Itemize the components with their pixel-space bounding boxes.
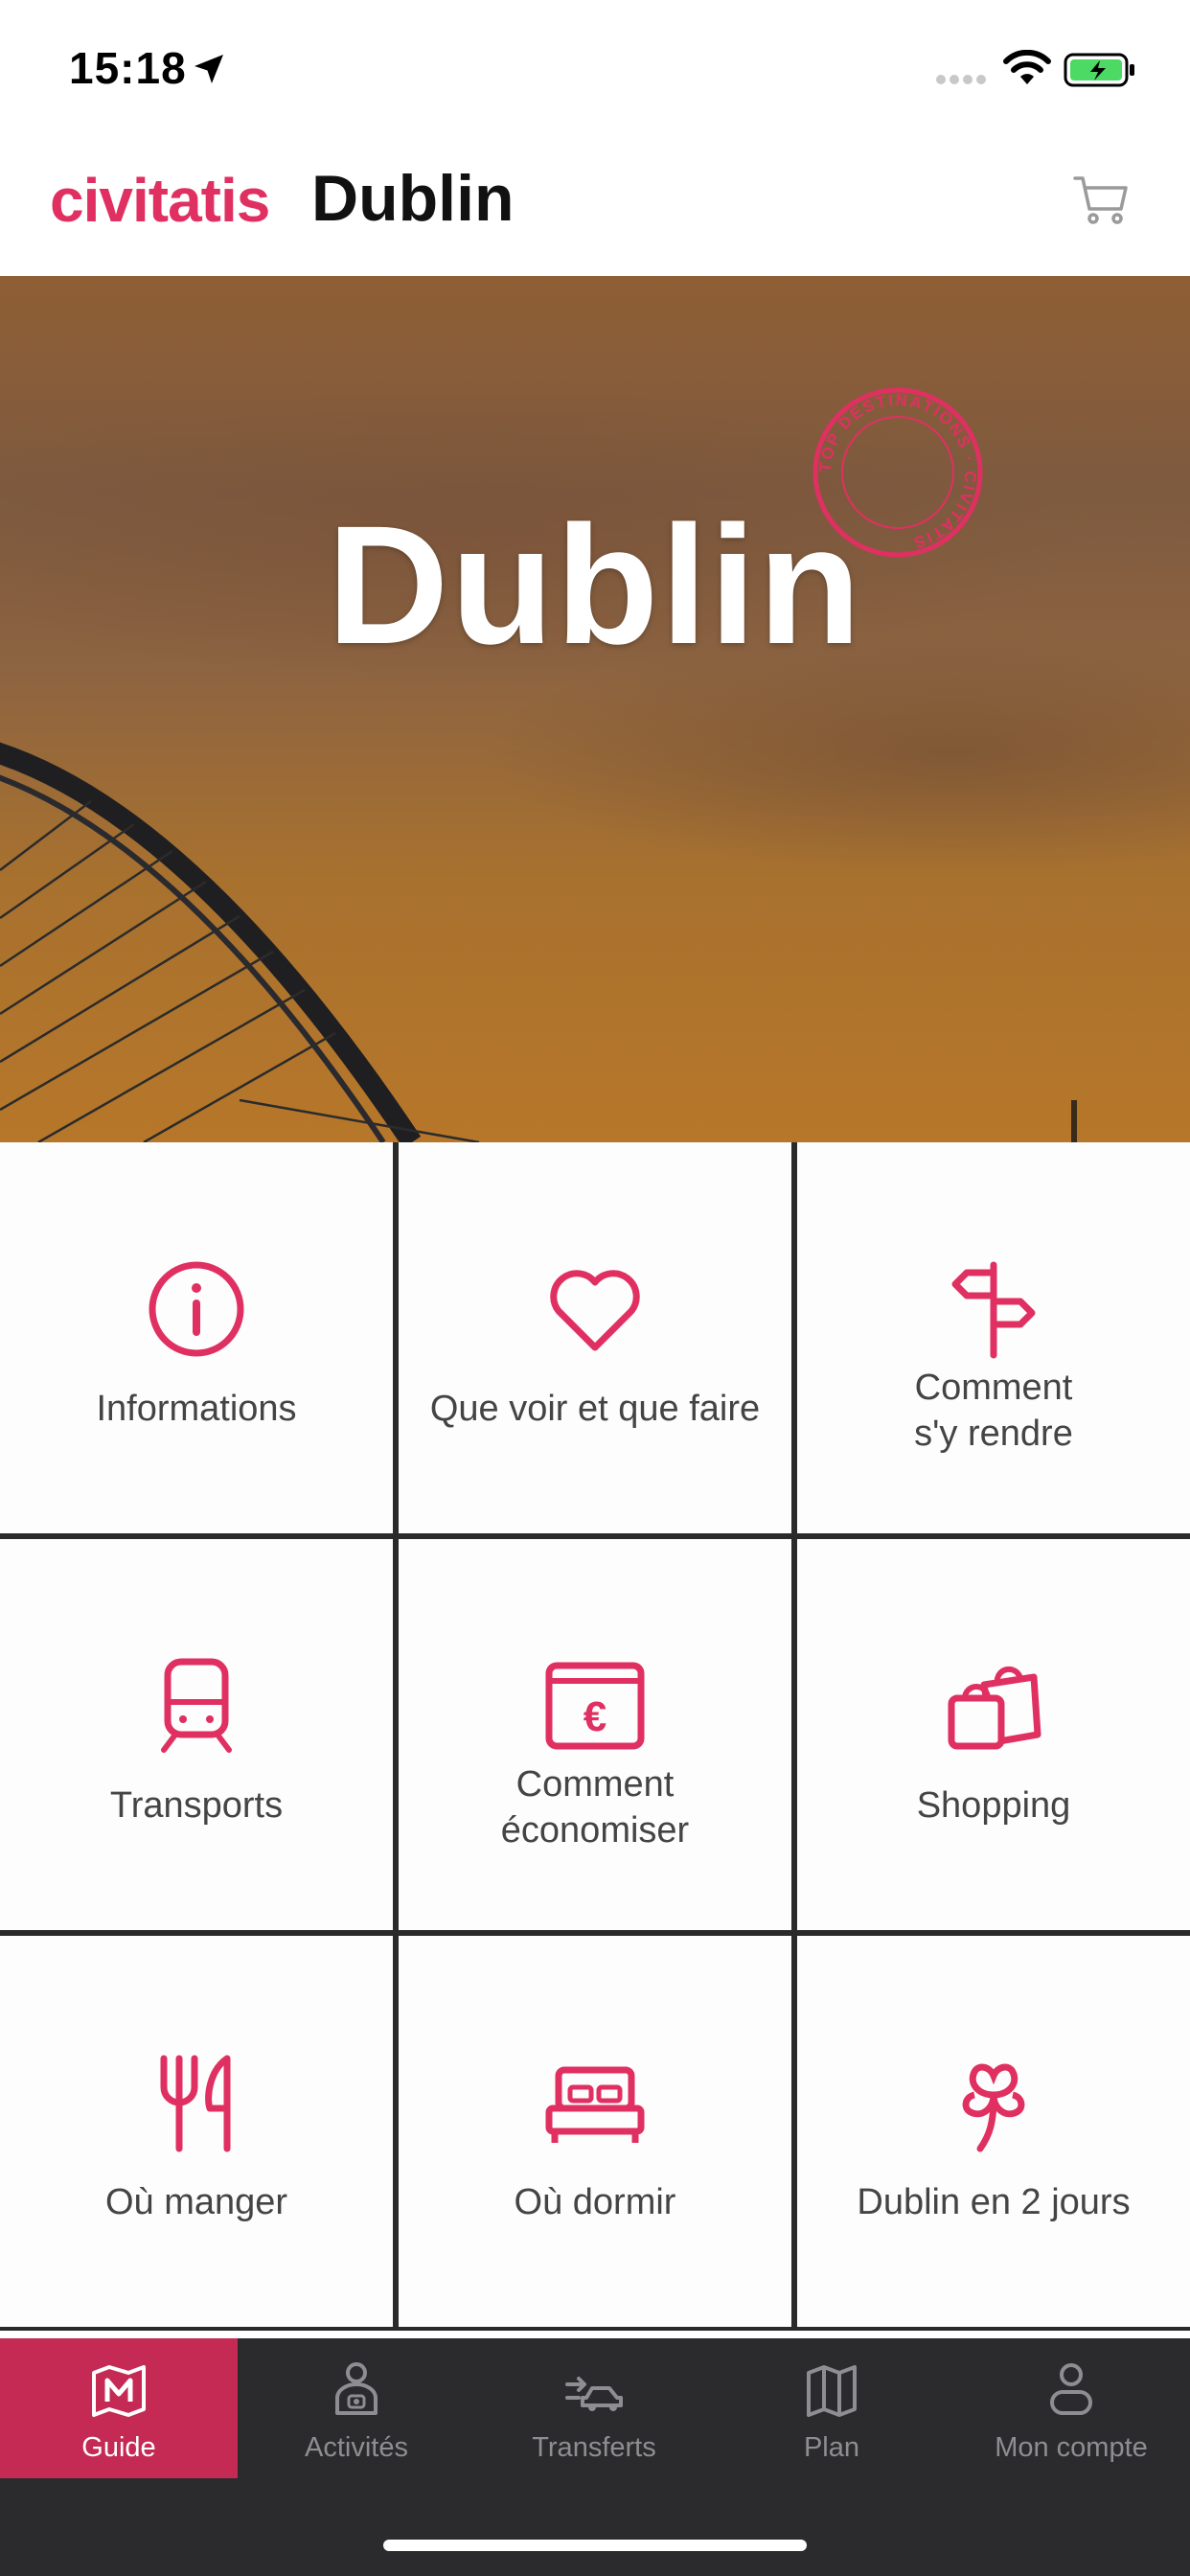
info-icon	[149, 1261, 244, 1357]
menu-tile-shopping[interactable]: Shopping	[797, 1539, 1190, 1930]
menu-tile-transports[interactable]: Transports	[0, 1539, 393, 1930]
folded-map-icon	[807, 2365, 857, 2417]
train-icon	[161, 1658, 232, 1753]
menu-tile-informations[interactable]: Informations	[0, 1142, 393, 1533]
menu-label: Comment économiser	[500, 1764, 690, 1851]
heart-icon	[550, 1270, 640, 1351]
menu-tile-comment-sy-rendre[interactable]: Comment s'y rendre	[797, 1142, 1190, 1533]
guide-menu-grid: Informations Que voir et que faire Comme…	[0, 1142, 1190, 2331]
svg-text:€: €	[584, 1693, 606, 1740]
location-arrow-icon	[195, 55, 223, 83]
menu-tile-ou-manger[interactable]: Où manger	[0, 1936, 393, 2327]
status-bar: 15:18	[0, 0, 1190, 144]
tab-transferts[interactable]: Transferts	[475, 2338, 713, 2478]
clover-icon	[962, 2063, 1025, 2152]
menu-tile-dublin-2-jours[interactable]: Dublin en 2 jours	[797, 1936, 1190, 2327]
menu-label: Que voir et que faire	[429, 1389, 761, 1429]
battery-icon	[1064, 53, 1134, 87]
home-indicator[interactable]	[383, 2540, 807, 2551]
tab-guide[interactable]: Guide	[0, 2338, 238, 2478]
hero-banner: Dublin	[0, 276, 1190, 1142]
signal-dots-icon	[936, 75, 986, 84]
menu-label: Dublin en 2 jours	[857, 2182, 1131, 2222]
menu-label: Informations	[96, 1389, 297, 1429]
shopping-bags-icon	[948, 1666, 1041, 1750]
fork-knife-icon	[160, 2055, 231, 2152]
bridge-silhouette	[0, 742, 1077, 1142]
transfer-car-icon	[565, 2377, 623, 2411]
menu-tile-que-voir[interactable]: Que voir et que faire	[399, 1142, 791, 1533]
tab-plan[interactable]: Plan	[713, 2338, 950, 2478]
tab-activites[interactable]: Activités	[238, 2338, 475, 2478]
signpost-icon	[951, 1261, 1036, 1359]
guide-person-icon	[335, 2362, 378, 2415]
menu-label: Où dormir	[514, 2182, 676, 2222]
tab-label: Plan	[803, 2432, 860, 2463]
tab-label: Transferts	[532, 2432, 656, 2463]
menu-tile-ou-dormir[interactable]: Où dormir	[399, 1936, 791, 2327]
brand-logo: civitatis	[50, 166, 270, 235]
euro-wallet-icon: €	[545, 1662, 645, 1750]
hero-title: Dublin	[327, 492, 863, 679]
tab-label: Guide	[81, 2432, 156, 2463]
tab-label: Activités	[305, 2432, 408, 2463]
menu-label: Où manger	[104, 2182, 288, 2222]
menu-label: Shopping	[916, 1785, 1071, 1826]
menu-tile-comment-economiser[interactable]: € Comment économiser	[399, 1539, 791, 1930]
tab-mon-compte[interactable]: Mon compte	[952, 2338, 1190, 2478]
tab-label: Mon compte	[995, 2432, 1148, 2463]
map-icon	[92, 2365, 146, 2417]
top-destinations-stamp: TOP DESTINATIONS · CIVITATIS	[812, 387, 983, 558]
wifi-icon	[1003, 50, 1051, 84]
menu-label: Comment s'y rendre	[914, 1368, 1073, 1454]
status-time: 15:18	[69, 43, 187, 93]
city-title: Dublin	[311, 162, 515, 235]
menu-label: Transports	[109, 1785, 284, 1826]
bed-icon	[545, 2066, 645, 2143]
user-icon	[1050, 2363, 1092, 2415]
cart-icon[interactable]	[1071, 171, 1131, 230]
